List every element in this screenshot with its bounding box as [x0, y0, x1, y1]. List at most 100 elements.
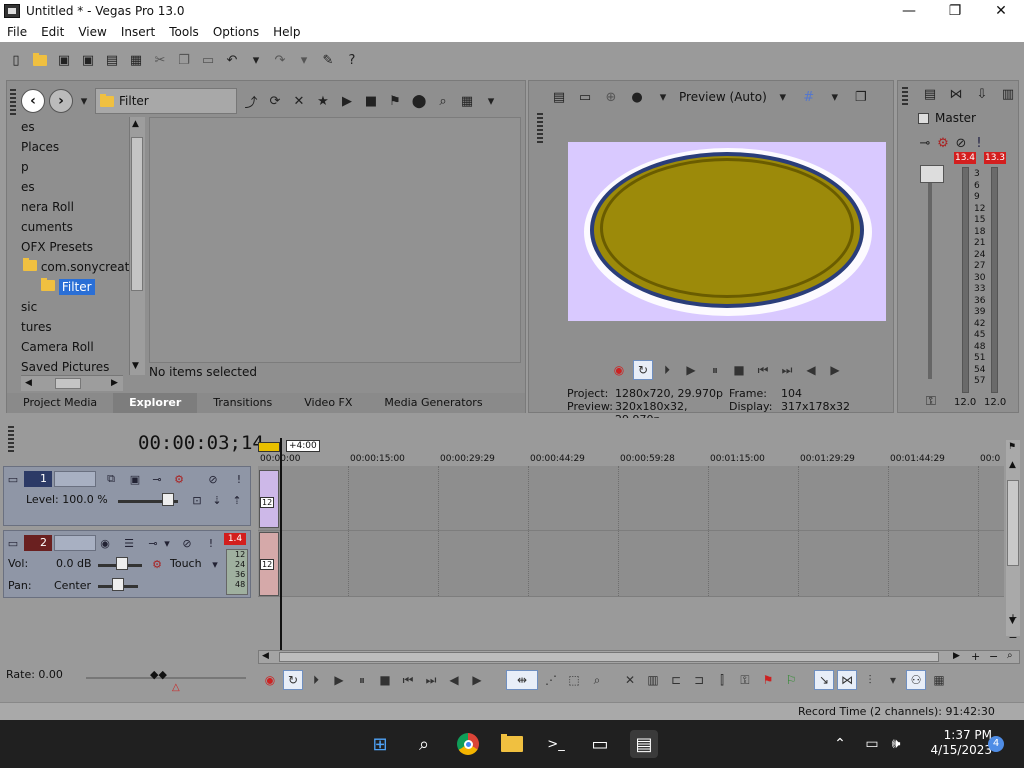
stop-preview-icon[interactable]: ■ [361, 91, 381, 111]
mute-icon[interactable]: ⊘ [954, 133, 968, 153]
trim-end-icon[interactable]: ⊐ [689, 670, 709, 690]
previous-frame-icon[interactable]: ◀ [801, 360, 821, 380]
zoom-out-time-icon[interactable]: − [989, 650, 998, 663]
dim-output-icon[interactable]: ⇩ [972, 84, 992, 104]
search-icon[interactable]: ⌕ [433, 91, 453, 111]
minimize-button[interactable]: — [886, 0, 932, 22]
record-icon[interactable]: ◉ [609, 360, 629, 380]
move-down-icon[interactable]: ⇣ [210, 493, 224, 507]
properties-icon[interactable]: ▦ [126, 50, 146, 70]
tree-node[interactable]: tures [21, 317, 129, 337]
notification-badge[interactable]: 4 [988, 736, 1004, 752]
trim-icon[interactable]: ▥ [643, 670, 663, 690]
preview-quality-select[interactable]: Preview (Auto) [679, 90, 767, 104]
motion-icon[interactable]: ▣ [128, 472, 142, 486]
file-list[interactable] [149, 117, 521, 363]
terminal-icon[interactable]: >_ [542, 730, 570, 758]
volume-icon[interactable]: 🕪 [882, 730, 910, 758]
arm-record-icon[interactable]: ◉ [98, 536, 112, 550]
video-event-clip[interactable]: 12 [259, 470, 279, 528]
auto-preview-icon[interactable]: ⚑ [385, 91, 405, 111]
go-to-start-icon[interactable]: ⏮ [753, 360, 773, 380]
zoom-edit-tool-icon[interactable]: ⌕ [587, 670, 607, 690]
undo-icon[interactable]: ↶ [222, 50, 242, 70]
tree-node[interactable]: com.sonycreativ [21, 257, 129, 277]
tree-node[interactable]: Places [21, 137, 129, 157]
panel-grip[interactable] [10, 89, 16, 117]
rate-slider-knob[interactable]: ◆◆ [150, 668, 167, 681]
preview-properties-icon[interactable]: ▤ [549, 87, 569, 107]
timeline-vertical-scrollbar[interactable]: ⚑ ▲ ▼ [1006, 440, 1020, 636]
play-icon[interactable]: ▶ [681, 360, 701, 380]
vegas-taskbar-icon[interactable]: ▤ [630, 730, 658, 758]
save-icon[interactable]: ▣ [54, 50, 74, 70]
play-from-start-icon[interactable]: ⏵ [306, 670, 326, 690]
tree-node-selected[interactable]: Filter [21, 277, 129, 297]
tab-explorer[interactable]: Explorer [113, 393, 198, 413]
loop-playback-icon[interactable]: ↻ [283, 670, 303, 690]
ignore-grouping-icon[interactable]: ▦ [929, 670, 949, 690]
views-icon[interactable]: ▦ [457, 91, 477, 111]
search-icon[interactable]: ⌕ [410, 730, 438, 758]
scroll-down-icon[interactable]: ▼ [132, 361, 139, 371]
move-up-icon[interactable]: ⇡ [230, 493, 244, 507]
address-bar[interactable]: Filter [95, 88, 237, 114]
volume-slider-knob[interactable] [116, 557, 128, 570]
redo-icon[interactable]: ↷ [270, 50, 290, 70]
play-from-start-icon[interactable]: ⏵ [657, 360, 677, 380]
automation-gear-icon[interactable]: ⚙ [150, 557, 164, 571]
auto-ripple-icon[interactable]: ↘ [814, 670, 834, 690]
menu-insert[interactable]: Insert [114, 25, 162, 39]
tree-node[interactable]: es [21, 117, 129, 137]
undo-dropdown-icon[interactable]: ▾ [246, 50, 266, 70]
zoom-out-icon[interactable]: − [1006, 628, 1020, 648]
show-hidden-icons-chevron-icon[interactable]: ⌃ [826, 730, 854, 758]
envelope-edit-tool-icon[interactable]: ⋰ [541, 670, 561, 690]
master-properties-icon[interactable]: ▤ [920, 84, 940, 104]
menu-view[interactable]: View [71, 25, 113, 39]
menu-edit[interactable]: Edit [34, 25, 71, 39]
tab-video-fx[interactable]: Video FX [288, 393, 368, 413]
stop-icon[interactable]: ■ [729, 360, 749, 380]
cut-icon[interactable]: ✂ [150, 50, 170, 70]
open-folder-icon[interactable] [30, 50, 50, 70]
mute-icon[interactable]: ⊘ [206, 472, 220, 486]
scrollbar-thumb[interactable] [279, 652, 939, 662]
insert-fx-icon[interactable]: ⊸ [150, 472, 164, 486]
split-screen-icon[interactable]: ⊕ [601, 87, 621, 107]
marker-flag-icon[interactable]: ⚑ [1008, 442, 1016, 452]
zoom-tool-icon[interactable]: ⌕ [1007, 650, 1013, 661]
menu-help[interactable]: Help [266, 25, 307, 39]
pan-slider-knob[interactable] [112, 578, 124, 591]
history-dropdown-icon[interactable]: ▾ [77, 91, 91, 111]
paste-icon[interactable]: ▭ [198, 50, 218, 70]
scroll-left-icon[interactable]: ◀ [262, 651, 269, 661]
solo-icon[interactable]: ! [204, 536, 218, 550]
tree-node[interactable]: Camera Roll [21, 337, 129, 357]
play-icon[interactable]: ▶ [329, 670, 349, 690]
previous-frame-icon[interactable]: ◀ [444, 670, 464, 690]
go-to-end-icon[interactable]: ⏭ [421, 670, 441, 690]
scrollbar-thumb[interactable] [131, 137, 143, 291]
lock-icon[interactable]: ⚿ [735, 670, 755, 690]
delete-icon[interactable]: ✕ [289, 91, 309, 111]
grid-icon[interactable]: # [799, 87, 819, 107]
up-one-level-icon[interactable]: ⤴ [241, 91, 261, 111]
master-select-checkbox[interactable] [918, 112, 929, 124]
menu-options[interactable]: Options [206, 25, 266, 39]
timeline-tracks-area[interactable] [258, 466, 1004, 597]
go-to-end-icon[interactable]: ⏭ [777, 360, 797, 380]
next-frame-icon[interactable]: ▶ [467, 670, 487, 690]
close-button[interactable]: ✕ [978, 0, 1024, 22]
notepad-icon[interactable]: ▭ [586, 730, 614, 758]
tree-node[interactable]: p [21, 157, 129, 177]
fx-gear-icon[interactable]: ⚙ [172, 472, 186, 486]
overlays-dropdown-icon[interactable]: ▾ [653, 87, 673, 107]
automation-dropdown-icon[interactable]: ▾ [208, 557, 222, 571]
tree-node[interactable]: es [21, 177, 129, 197]
get-media-icon[interactable]: ⬤ [409, 91, 429, 111]
loop-playback-icon[interactable]: ↻ [633, 360, 653, 380]
normal-edit-tool-icon[interactable]: ⇹ [506, 670, 538, 690]
compositing-icon[interactable]: ⧉ [104, 472, 118, 486]
panel-grip[interactable] [902, 87, 908, 105]
